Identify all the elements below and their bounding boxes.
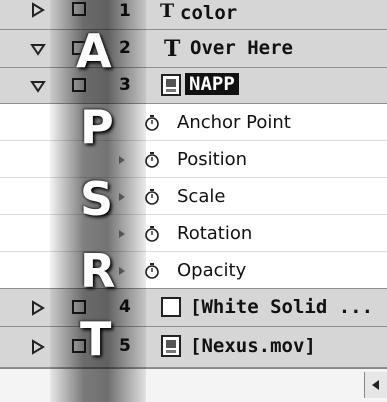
composition-icon — [161, 74, 181, 96]
layer-name[interactable]: color — [180, 2, 237, 24]
layer-row-1[interactable]: 1 T color — [0, 0, 387, 30]
layer-name[interactable]: [Nexus.mov] — [190, 335, 316, 357]
stopwatch-icon[interactable] — [143, 188, 161, 206]
property-row-rotation[interactable]: Rotation — [0, 215, 387, 252]
layer-row-3[interactable]: 3 NAPP — [0, 68, 387, 104]
layer-name[interactable]: [White Solid ... — [190, 296, 373, 318]
timeline-footer-bar — [0, 368, 387, 402]
property-name: Scale — [177, 186, 226, 207]
text-layer-icon: T — [160, 0, 175, 22]
collapse-triangle-icon[interactable] — [30, 41, 46, 57]
shortcut-letter-s: S — [80, 172, 114, 226]
expand-triangle-icon[interactable] — [30, 2, 46, 18]
twirl-arrow-icon[interactable] — [118, 193, 126, 201]
stopwatch-icon[interactable] — [143, 225, 161, 243]
stopwatch-icon[interactable] — [143, 151, 161, 169]
stopwatch-icon[interactable] — [143, 114, 161, 132]
footage-file-icon — [161, 335, 181, 357]
shortcut-letter-p: P — [80, 100, 114, 154]
shortcut-letter-t: T — [80, 312, 112, 366]
property-row-position[interactable]: Position — [0, 141, 387, 178]
collapse-triangle-icon[interactable] — [30, 78, 46, 94]
property-name: Anchor Point — [177, 112, 291, 133]
layer-number: 2 — [119, 38, 131, 58]
property-name: Position — [177, 149, 248, 170]
expand-triangle-icon[interactable] — [30, 300, 46, 316]
layer-number: 5 — [119, 336, 131, 356]
shortcut-letter-a: A — [76, 24, 112, 78]
layer-name[interactable]: NAPP — [185, 73, 239, 95]
solid-layer-icon — [161, 297, 181, 317]
layer-name[interactable]: Over Here — [190, 37, 293, 59]
twirl-arrow-icon[interactable] — [118, 230, 126, 238]
property-row-anchor-point[interactable]: Anchor Point — [0, 104, 387, 141]
text-layer-icon: T — [164, 36, 181, 62]
property-name: Rotation — [177, 223, 253, 244]
layer-row-5[interactable]: 5 [Nexus.mov] — [0, 327, 387, 368]
layer-number: 1 — [119, 1, 131, 21]
property-row-scale[interactable]: Scale — [0, 178, 387, 215]
twirl-arrow-icon[interactable] — [118, 267, 126, 275]
layer-row-4[interactable]: 4 [White Solid ... — [0, 289, 387, 327]
property-row-opacity[interactable]: Opacity — [0, 252, 387, 289]
label-color-box[interactable] — [72, 78, 86, 92]
property-name: Opacity — [177, 260, 247, 281]
timeline-layer-panel: 1 T color 2 T Over Here 3 NAPP Anchor Po… — [0, 0, 387, 402]
twirl-arrow-icon[interactable] — [118, 156, 126, 164]
expand-triangle-icon[interactable] — [30, 339, 46, 355]
layer-number: 4 — [119, 297, 131, 317]
stopwatch-icon[interactable] — [143, 262, 161, 280]
layer-row-2[interactable]: 2 T Over Here — [0, 30, 387, 68]
scroll-left-arrow-icon — [372, 380, 379, 390]
layer-number: 3 — [119, 75, 131, 95]
label-color-box[interactable] — [72, 2, 86, 16]
scroll-left-button[interactable] — [364, 372, 387, 398]
shortcut-letter-r: R — [80, 244, 116, 298]
